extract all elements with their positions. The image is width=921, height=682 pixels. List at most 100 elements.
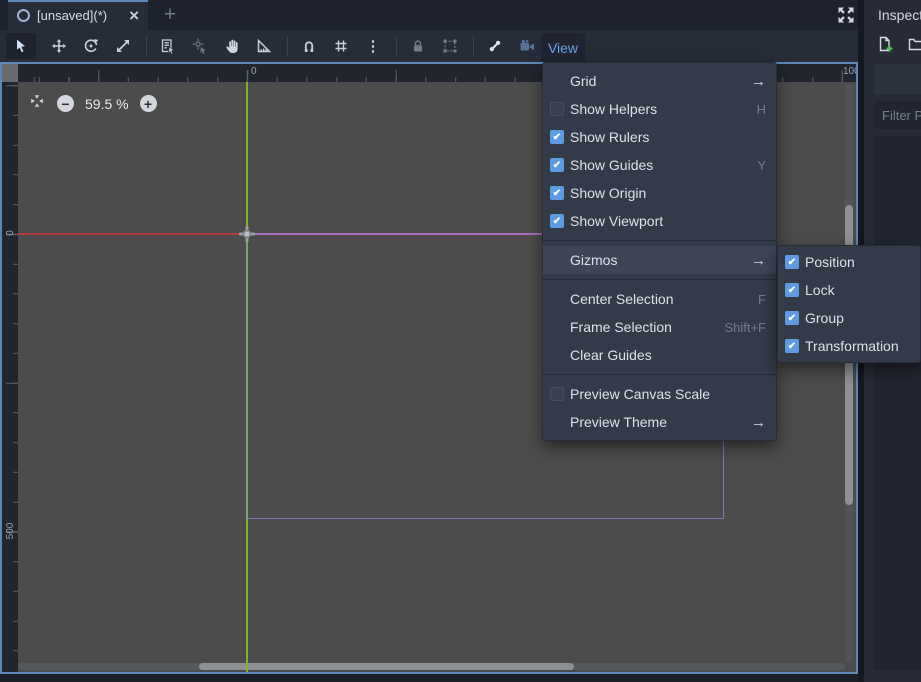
menu-item-show-guides[interactable]: ✔Show GuidesY (543, 151, 776, 179)
checkbox-checked-icon: ✔ (550, 158, 564, 172)
ruler-label: 0 (251, 66, 257, 77)
bone-button[interactable] (480, 33, 510, 59)
menu-item-center-selection[interactable]: Center SelectionF (543, 285, 776, 313)
checkbox-unchecked-icon (550, 387, 564, 401)
y-axis-line (246, 82, 248, 233)
menu-item-spacer (550, 253, 564, 267)
x-axis-line (18, 233, 247, 235)
toolbar-separator (473, 36, 474, 56)
checkbox-checked-icon: ✔ (550, 214, 564, 228)
filter-properties-field (874, 101, 921, 129)
menu-item-spacer (550, 292, 564, 306)
checkbox-unchecked-icon (550, 102, 564, 116)
menu-item-position[interactable]: ✔Position (778, 248, 920, 276)
skeleton-options-button[interactable] (512, 33, 542, 59)
ruler-label: 500 (2, 523, 18, 539)
smart-snap-toggle[interactable] (294, 33, 324, 59)
origin-crosshair-icon (239, 226, 255, 247)
menu-item-group[interactable]: ✔Group (778, 304, 920, 332)
grid-snap-toggle[interactable] (326, 33, 356, 59)
zoom-percent-label[interactable]: 59.5 % (85, 96, 129, 112)
menu-item-show-origin[interactable]: ✔Show Origin (543, 179, 776, 207)
inspector-toolbar (877, 36, 921, 58)
menu-item-show-viewport[interactable]: ✔ Show Viewport (543, 207, 776, 235)
menu-item-label: Show Viewport (570, 213, 663, 229)
checkbox-checked-icon: ✔ (785, 283, 799, 297)
menu-item-spacer (550, 74, 564, 88)
bottom-strip (0, 674, 858, 682)
inspector-title: Inspector (878, 7, 921, 23)
menu-item-label: Lock (805, 282, 835, 298)
menu-separator (543, 235, 776, 246)
new-resource-icon[interactable] (877, 36, 894, 58)
ruler-major-ticks (6, 82, 18, 672)
center-view-icon[interactable] (28, 92, 46, 115)
add-scene-tab-button[interactable]: + (156, 0, 184, 30)
checkbox-checked-icon: ✔ (785, 339, 799, 353)
toolbar-separator (396, 36, 397, 56)
toolbar-separator (287, 36, 288, 56)
submenu-arrow-icon: → (751, 253, 766, 268)
checkbox-checked-icon: ✔ (785, 255, 799, 269)
snap-options-button[interactable]: ⋮ (358, 33, 388, 59)
lock-button[interactable] (403, 33, 433, 59)
inspector-empty-area (874, 136, 921, 670)
group-button[interactable] (435, 33, 465, 59)
submenu-arrow-icon: → (751, 74, 766, 89)
rotate-tool-button[interactable] (76, 33, 106, 59)
menu-item-label: Transformation (805, 338, 899, 354)
menu-item-preview-canvas-scale[interactable]: Preview Canvas Scale (543, 380, 776, 408)
ruler-corner (2, 64, 18, 82)
select-tool-button[interactable] (6, 33, 36, 59)
vertical-dots-icon: ⋮ (366, 39, 381, 54)
menu-item-label: Preview Canvas Scale (570, 386, 710, 402)
zoom-out-button[interactable]: − (57, 95, 74, 112)
menu-item-spacer (550, 348, 564, 362)
menu-item-label: Show Helpers (570, 101, 657, 117)
pivot-tool-button[interactable] (185, 33, 215, 59)
menu-item-grid[interactable]: Grid → (543, 67, 776, 95)
menu-item-label: Show Origin (570, 185, 646, 201)
vertical-ruler[interactable]: 0 500 (2, 82, 18, 672)
move-tool-button[interactable] (44, 33, 74, 59)
menu-item-frame-selection[interactable]: Frame SelectionShift+F (543, 313, 776, 341)
scene-tab-unsaved[interactable]: [unsaved](*) × (8, 0, 148, 30)
menu-shortcut: Shift+F (724, 320, 766, 335)
view-menu-popup: Grid → Show HelpersH✔Show Rulers✔Show Guid… (542, 62, 777, 441)
horizontal-scrollbar-thumb[interactable] (199, 663, 574, 670)
menu-item-label: Clear Guides (570, 347, 652, 363)
node-circle-icon (17, 9, 30, 22)
view-menu-button[interactable]: View (541, 33, 585, 62)
menu-item-clear-guides[interactable]: Clear Guides (543, 341, 776, 369)
y-axis-line-lower (246, 519, 248, 672)
ruler-label: 1000 (843, 66, 856, 77)
load-resource-folder-icon[interactable] (908, 36, 921, 58)
ruler-label: 0 (2, 225, 18, 241)
menu-item-gizmos[interactable]: Gizmos→ (543, 246, 776, 274)
menu-item-label: Preview Theme (570, 414, 667, 430)
menu-item-preview-theme[interactable]: Preview Theme→ (543, 408, 776, 436)
menu-item-show-rulers[interactable]: ✔Show Rulers (543, 123, 776, 151)
menu-item-spacer (550, 415, 564, 429)
gizmos-submenu-popup: ✔Position✔Lock✔Group✔Transformation (777, 245, 921, 363)
menu-item-label: Grid (570, 73, 596, 89)
pan-tool-button[interactable] (217, 33, 247, 59)
menu-separator (543, 369, 776, 380)
toolbar-separator (146, 36, 147, 56)
scene-tab-bar: [unsaved](*) × + (0, 0, 858, 30)
filter-properties-input[interactable] (874, 101, 921, 129)
menu-separator (543, 274, 776, 285)
inspector-node-selector[interactable] (874, 64, 921, 94)
list-select-button[interactable] (153, 33, 183, 59)
menu-item-label: Center Selection (570, 291, 674, 307)
checkbox-checked-icon: ✔ (550, 130, 564, 144)
menu-item-transformation[interactable]: ✔ Transformation (778, 332, 920, 360)
menu-item-lock[interactable]: ✔ Lock (778, 276, 920, 304)
close-icon[interactable]: × (129, 7, 139, 24)
ruler-tool-button[interactable] (249, 33, 279, 59)
scale-tool-button[interactable] (108, 33, 138, 59)
menu-item-show-helpers[interactable]: Show HelpersH (543, 95, 776, 123)
viewport-left-edge (246, 233, 248, 519)
expand-icon[interactable] (836, 5, 856, 25)
zoom-in-button[interactable]: + (140, 95, 157, 112)
